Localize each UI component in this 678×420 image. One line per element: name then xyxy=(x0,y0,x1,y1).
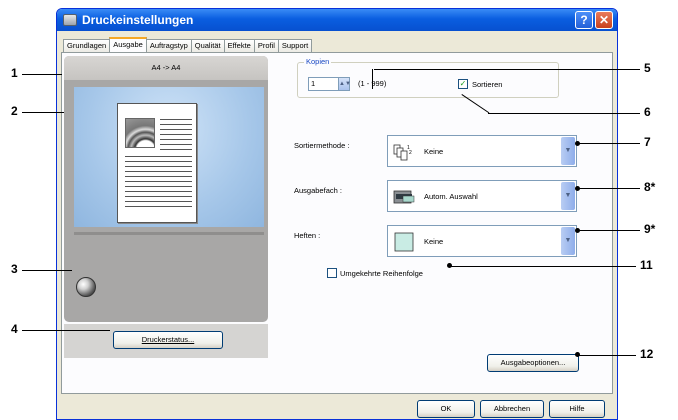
sort-method-select[interactable]: 1 2 Keine ▼ xyxy=(387,135,577,167)
callout-line-8 xyxy=(578,188,640,189)
text-line xyxy=(160,134,192,135)
callout-line-12 xyxy=(578,355,636,356)
callout-5: 5 xyxy=(644,61,651,75)
text-line xyxy=(160,149,192,150)
callout-line-2 xyxy=(22,112,64,113)
chevron-down-icon[interactable]: ▼ xyxy=(561,227,575,255)
text-line xyxy=(125,176,192,177)
callout-line-5-down xyxy=(372,69,373,89)
text-line xyxy=(125,196,192,197)
staple-select[interactable]: Keine ▼ xyxy=(387,225,577,257)
output-options-button[interactable]: Ausgabeoptionen... xyxy=(487,354,579,372)
callout-line-6 xyxy=(488,113,640,114)
text-line xyxy=(160,124,192,125)
callout-line-4 xyxy=(22,330,110,331)
callout-line-11 xyxy=(450,266,636,267)
preview-image-icon xyxy=(125,118,155,148)
callout-9: 9* xyxy=(644,222,656,236)
tab-auftragstyp[interactable]: Auftragstyp xyxy=(145,39,192,52)
paper-preview xyxy=(117,103,197,223)
close-button[interactable]: ✕ xyxy=(595,11,613,29)
title-bar: Druckeinstellungen ? ✕ xyxy=(57,9,617,31)
printer-status-button-label: Druckerstatus... xyxy=(141,335,195,344)
collate-checkbox[interactable]: ✓ xyxy=(458,79,468,89)
staple-icon xyxy=(394,232,414,252)
text-line xyxy=(125,181,192,182)
paper-mapping-label: A4 -> A4 xyxy=(64,56,268,80)
window-title: Druckeinstellungen xyxy=(82,13,194,27)
printer-status-indicator-icon[interactable] xyxy=(76,277,96,297)
text-line xyxy=(160,129,192,130)
output-tray-icon xyxy=(393,190,415,204)
sort-method-value: Keine xyxy=(424,147,444,156)
reverse-order-label: Umgekehrte Reihenfolge xyxy=(340,269,423,278)
text-line xyxy=(125,171,192,172)
callout-2: 2 xyxy=(11,104,18,118)
callout-6: 6 xyxy=(644,105,651,119)
collate-label: Sortieren xyxy=(472,80,503,89)
text-line xyxy=(125,156,192,157)
copies-input[interactable]: 1 ▲▼ xyxy=(308,77,351,91)
tab-page-ausgabe: A4 -> A4 Druckerstatus... Kopien 1 ▲▼ (1… xyxy=(61,52,613,394)
tab-profil[interactable]: Profil xyxy=(253,39,279,52)
text-line xyxy=(160,144,192,145)
text-line xyxy=(125,191,192,192)
callout-3: 3 xyxy=(11,262,18,276)
text-line xyxy=(160,139,192,140)
callout-line-9 xyxy=(578,230,640,231)
cancel-button[interactable]: Abbrechen xyxy=(480,400,544,418)
output-tray-label: Ausgabefach : xyxy=(294,186,342,195)
preview-divider xyxy=(74,232,264,235)
text-line xyxy=(125,206,192,207)
printer-icon xyxy=(63,14,77,26)
tab-grundlagen[interactable]: Grundlagen xyxy=(63,39,111,52)
callout-line-3 xyxy=(22,270,72,271)
staple-label: Heften : xyxy=(294,231,321,240)
callout-line-7 xyxy=(578,143,640,144)
ok-button[interactable]: OK xyxy=(417,400,475,418)
copies-spinner[interactable]: ▲▼ xyxy=(338,78,351,90)
staple-value: Keine xyxy=(424,237,444,246)
text-line xyxy=(160,119,192,120)
copies-group-label: Kopien xyxy=(304,57,332,66)
help-title-button[interactable]: ? xyxy=(575,11,593,29)
printer-status-button[interactable]: Druckerstatus... xyxy=(113,331,223,349)
tab-support[interactable]: Support xyxy=(277,39,313,52)
tab-effekte[interactable]: Effekte xyxy=(223,39,255,52)
callout-7: 7 xyxy=(644,135,651,149)
sort-method-label: Sortiermethode : xyxy=(294,141,350,150)
chevron-down-icon[interactable]: ▼ xyxy=(561,182,575,210)
text-line xyxy=(125,186,192,187)
tab-qualitaet[interactable]: Qualität xyxy=(190,39,225,52)
help-button[interactable]: Hilfe xyxy=(549,400,605,418)
callout-4: 4 xyxy=(11,322,18,336)
copies-value: 1 xyxy=(311,79,316,88)
output-tray-value: Autom. Auswahl xyxy=(424,192,478,201)
text-line xyxy=(125,161,192,162)
sort-method-icon: 1 2 xyxy=(393,144,412,161)
callout-line-5 xyxy=(374,69,640,70)
preview-panel: A4 -> A4 xyxy=(64,56,268,322)
copies-group: Kopien 1 ▲▼ (1 - 999) ✓ Sortieren xyxy=(297,57,559,98)
text-line xyxy=(125,166,192,167)
callout-8: 8* xyxy=(644,180,656,194)
tab-ausgabe[interactable]: Ausgabe xyxy=(109,37,147,52)
tab-strip: Grundlagen Ausgabe Auftragstyp Qualität … xyxy=(63,37,313,52)
text-line xyxy=(125,201,192,202)
callout-line-1 xyxy=(22,74,62,75)
chevron-down-icon[interactable]: ▼ xyxy=(561,137,575,165)
svg-text:2: 2 xyxy=(409,150,412,156)
reverse-order-checkbox[interactable] xyxy=(327,268,337,278)
callout-1: 1 xyxy=(11,66,18,80)
callout-11: 11 xyxy=(640,258,653,272)
output-tray-select[interactable]: Autom. Auswahl ▼ xyxy=(387,180,577,212)
callout-12: 12 xyxy=(640,347,654,361)
